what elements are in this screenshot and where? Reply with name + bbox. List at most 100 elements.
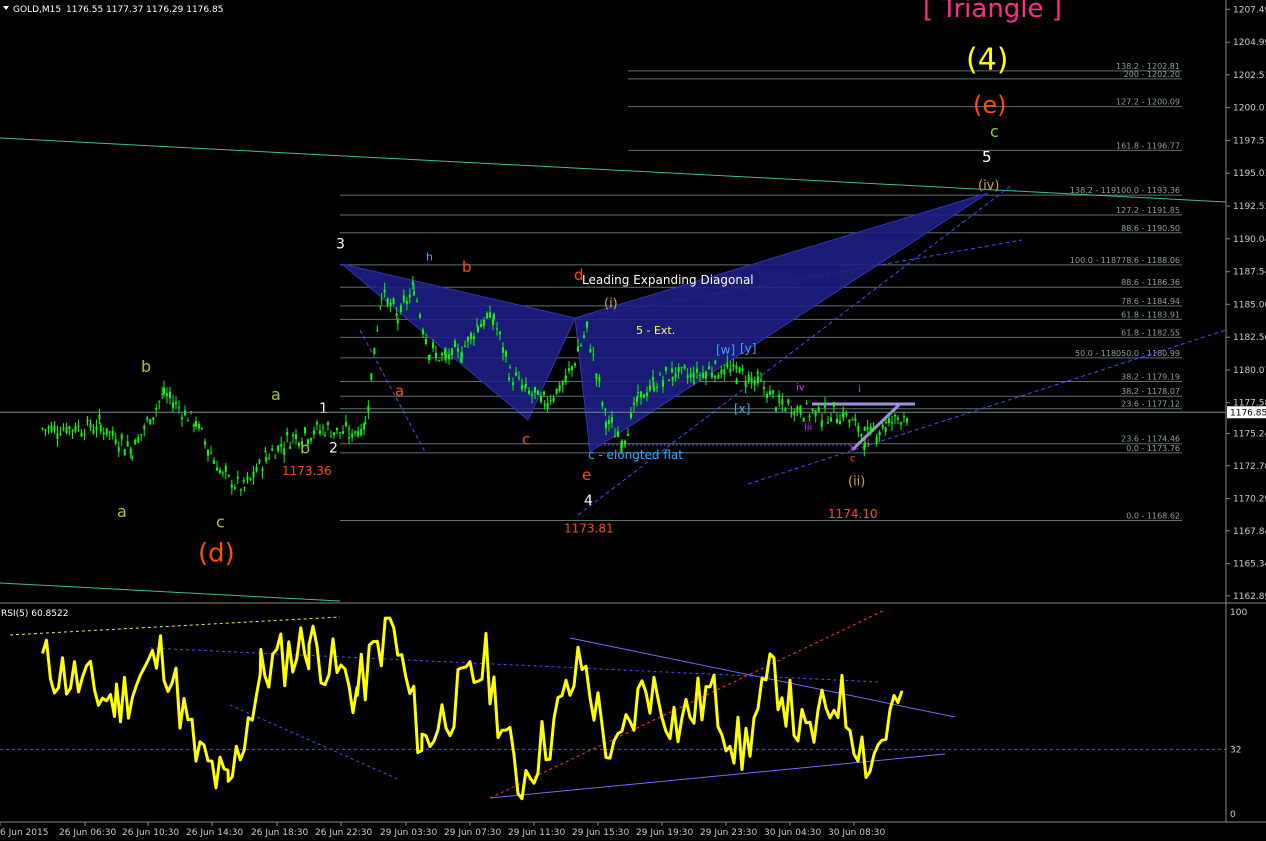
candle-body <box>181 417 183 420</box>
candle-body <box>114 439 117 444</box>
wave-label: (i) <box>604 297 618 312</box>
fib-level-label: 78.6 - 1184.94 <box>1121 297 1180 306</box>
candle-body <box>860 434 863 437</box>
candle-body <box>422 329 424 335</box>
candle-body <box>289 446 292 449</box>
candle-body <box>595 373 598 380</box>
candle-body <box>405 301 408 304</box>
candle-body <box>92 430 95 434</box>
candle-body <box>258 460 261 463</box>
candle-body <box>227 474 230 477</box>
candle-body <box>565 375 567 379</box>
y-tick-label: 1190.04 <box>1233 235 1266 245</box>
candle-body <box>689 373 692 378</box>
wave-label: 3 <box>336 237 345 253</box>
candle-body <box>659 374 661 376</box>
candle-body <box>56 433 59 440</box>
candle-body <box>592 354 595 356</box>
wave-label: v <box>850 442 856 453</box>
candle-body <box>624 440 626 445</box>
candle-body <box>630 412 632 419</box>
candle-body <box>255 467 258 472</box>
candle-body <box>89 423 92 428</box>
candle-body <box>295 434 297 440</box>
candle-body <box>216 467 218 471</box>
candle-body <box>392 298 395 304</box>
candle-body <box>376 330 379 332</box>
candle-body <box>633 402 635 405</box>
y-tick-label: 1170.29 <box>1233 495 1266 505</box>
candle-body <box>243 487 246 489</box>
candle-body <box>451 348 453 356</box>
current-price-label: 1176.85 <box>1230 408 1266 418</box>
candle-body <box>120 434 123 440</box>
wave-label: 2 <box>329 440 338 456</box>
candle-body <box>327 422 329 425</box>
fib-level-label: 200 - 1202.20 <box>1124 70 1180 79</box>
candle-body <box>717 374 720 379</box>
candle-body <box>419 314 421 318</box>
candle-body <box>778 401 781 403</box>
candle-body <box>83 433 86 436</box>
wave-label: ii <box>864 439 870 450</box>
candle-body <box>720 369 723 375</box>
candle-body <box>158 401 161 403</box>
candle-body <box>534 386 536 393</box>
candle-body <box>772 390 774 394</box>
y-tick-label: 1202.51 <box>1233 71 1266 81</box>
candle-body <box>264 450 267 453</box>
candle-body <box>41 428 44 430</box>
candle-body <box>674 373 677 378</box>
candle-body <box>601 402 604 406</box>
candle-body <box>71 429 74 432</box>
wave-label: (4) <box>966 43 1009 78</box>
candle-body <box>473 336 475 339</box>
candle-body <box>696 368 698 373</box>
candle-body <box>319 430 321 434</box>
candle-body <box>499 331 501 335</box>
candle-body <box>583 335 585 338</box>
candle-body <box>239 489 242 491</box>
candle-body <box>386 298 389 305</box>
fib-level-label: 61.8 - 1182.55 <box>1121 328 1180 337</box>
candle-body <box>213 460 215 464</box>
x-tick-label: 29 Jun 23:30 <box>700 828 757 838</box>
fib-level-label: 61.8 - 1183.91 <box>1121 310 1180 319</box>
candle-body <box>373 347 376 355</box>
candle-body <box>342 431 344 434</box>
wave-label: e <box>582 466 591 484</box>
candle-body <box>636 397 638 402</box>
candle-body <box>367 406 370 413</box>
fib-level-label: 161.8 - 1196.77 <box>1116 141 1180 150</box>
candle-body <box>878 432 881 436</box>
x-tick-label: 29 Jun 03:30 <box>380 828 437 838</box>
candle-body <box>580 345 582 347</box>
candle-body <box>399 305 402 313</box>
candle-body <box>496 328 498 330</box>
candle-body <box>586 322 589 324</box>
candle-body <box>313 430 315 435</box>
candle-body <box>68 426 71 429</box>
candle-body <box>863 426 866 431</box>
candle-body <box>252 471 255 478</box>
candle-body <box>561 382 564 386</box>
candle-body <box>775 407 777 412</box>
candle-body <box>207 449 209 456</box>
candle-body <box>808 415 811 417</box>
wave-label: 1174.10 <box>828 507 878 521</box>
candle-body <box>152 417 155 420</box>
candle-body <box>163 387 165 394</box>
candle-body <box>543 404 546 406</box>
wave-label: (d) <box>198 539 235 569</box>
candle-body <box>354 431 357 434</box>
rsi-y-tick-label: 32 <box>1230 745 1241 755</box>
candle-body <box>395 313 398 317</box>
candle-body <box>425 338 427 345</box>
candle-body <box>483 319 485 326</box>
candle-body <box>741 368 744 371</box>
candle-body <box>608 419 610 425</box>
rsi-y-tick-label: 100 <box>1230 608 1247 618</box>
candle-body <box>351 433 354 438</box>
candle-body <box>900 422 902 425</box>
candle-body <box>617 431 619 437</box>
